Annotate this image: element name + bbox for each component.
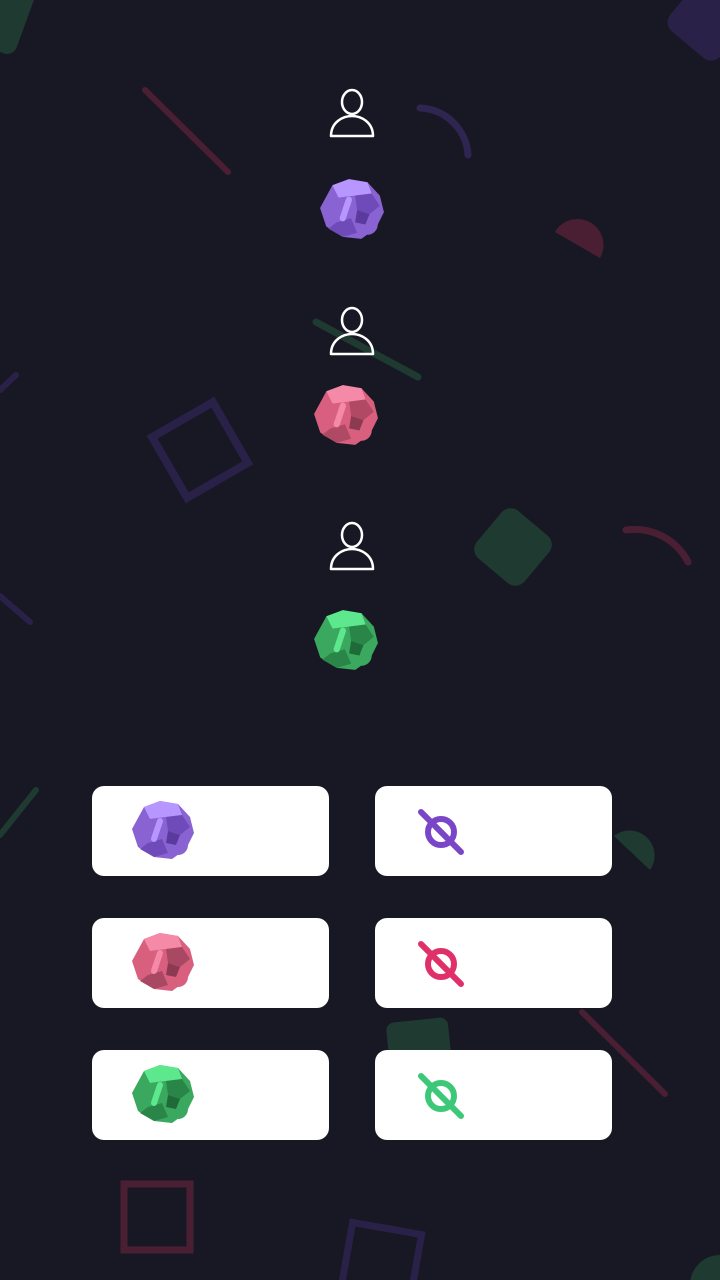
green-gem-button[interactable] [92, 1050, 329, 1140]
eye-slash-icon [415, 938, 467, 990]
user-icon [329, 306, 375, 356]
pink-gem-icon [132, 933, 194, 991]
user-icon [329, 521, 375, 571]
purple-gem-icon [320, 179, 384, 239]
eye-slash-icon [415, 806, 467, 858]
pink-gem-button[interactable] [92, 918, 329, 1008]
hide-purple-button[interactable] [375, 786, 612, 876]
eye-slash-icon [415, 1070, 467, 1122]
green-gem-icon [314, 610, 378, 670]
user-icon [329, 88, 375, 138]
purple-gem-icon [132, 801, 194, 859]
pink-gem-icon [314, 385, 378, 445]
hide-green-button[interactable] [375, 1050, 612, 1140]
purple-gem-button[interactable] [92, 786, 329, 876]
green-gem-icon [132, 1065, 194, 1123]
hide-pink-button[interactable] [375, 918, 612, 1008]
